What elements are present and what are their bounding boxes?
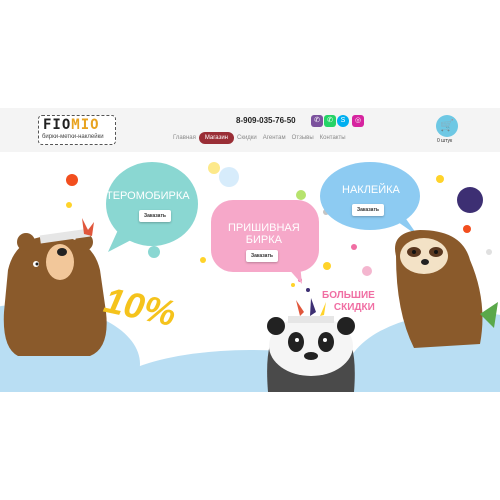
nav-item-contacts[interactable]: Контакты <box>317 135 349 141</box>
nav-item-discounts[interactable]: Скидки <box>234 135 260 141</box>
main-nav: Главная Магазин Скидки Агентам Отзывы Ко… <box>170 131 349 145</box>
sticker-title: НАКЛЕЙКА <box>342 184 400 196</box>
phone-number[interactable]: 8-909-035-76-50 <box>236 116 296 125</box>
nav-item-home[interactable]: Главная <box>170 135 199 141</box>
promo-line1: БОЛЬШИЕ <box>322 290 375 301</box>
thermolabel-title: ТЕРОМОБИРКА <box>106 190 190 202</box>
bear-illustration <box>3 218 107 356</box>
logo[interactable]: FIOMIO бирки-метки-наклейки <box>38 115 116 145</box>
sewn-label-title: ПРИШИВНАЯ БИРКА <box>228 222 300 246</box>
order-sticker-button[interactable]: Заказать <box>352 204 384 216</box>
instagram-icon[interactable]: ◎ <box>352 115 364 127</box>
nav-item-agents[interactable]: Агентам <box>260 135 289 141</box>
cart-icon[interactable]: 🛒 <box>436 115 458 137</box>
order-thermolabel-button[interactable]: Заказать <box>139 210 171 222</box>
bubble-sticker <box>320 162 420 236</box>
cart-count[interactable]: 0 штук <box>437 138 452 144</box>
logo-text: FIOMIO <box>43 117 100 133</box>
order-sewn-label-button[interactable]: Заказать <box>246 250 278 262</box>
sewn-label-title-line2: БИРКА <box>245 234 282 246</box>
nav-item-shop[interactable]: Магазин <box>198 132 234 144</box>
promo-line2: СКИДКИ <box>333 302 375 313</box>
whatsapp-icon[interactable]: ✆ <box>324 115 336 127</box>
sewn-label-title-line1: ПРИШИВНАЯ <box>228 222 300 234</box>
promo-text: БОЛЬШИЕ СКИДКИ <box>322 290 375 314</box>
hero-artwork <box>0 162 500 392</box>
logo-tagline: бирки-метки-наклейки <box>42 134 104 140</box>
skype-icon[interactable]: S <box>337 115 349 127</box>
nav-item-reviews[interactable]: Отзывы <box>289 135 317 141</box>
hero-banner: ТЕРОМОБИРКА Заказать ПРИШИВНАЯ БИРКА Зак… <box>0 152 500 392</box>
bubble-thermolabel <box>106 162 198 252</box>
viber-icon[interactable]: ✆ <box>311 115 323 127</box>
